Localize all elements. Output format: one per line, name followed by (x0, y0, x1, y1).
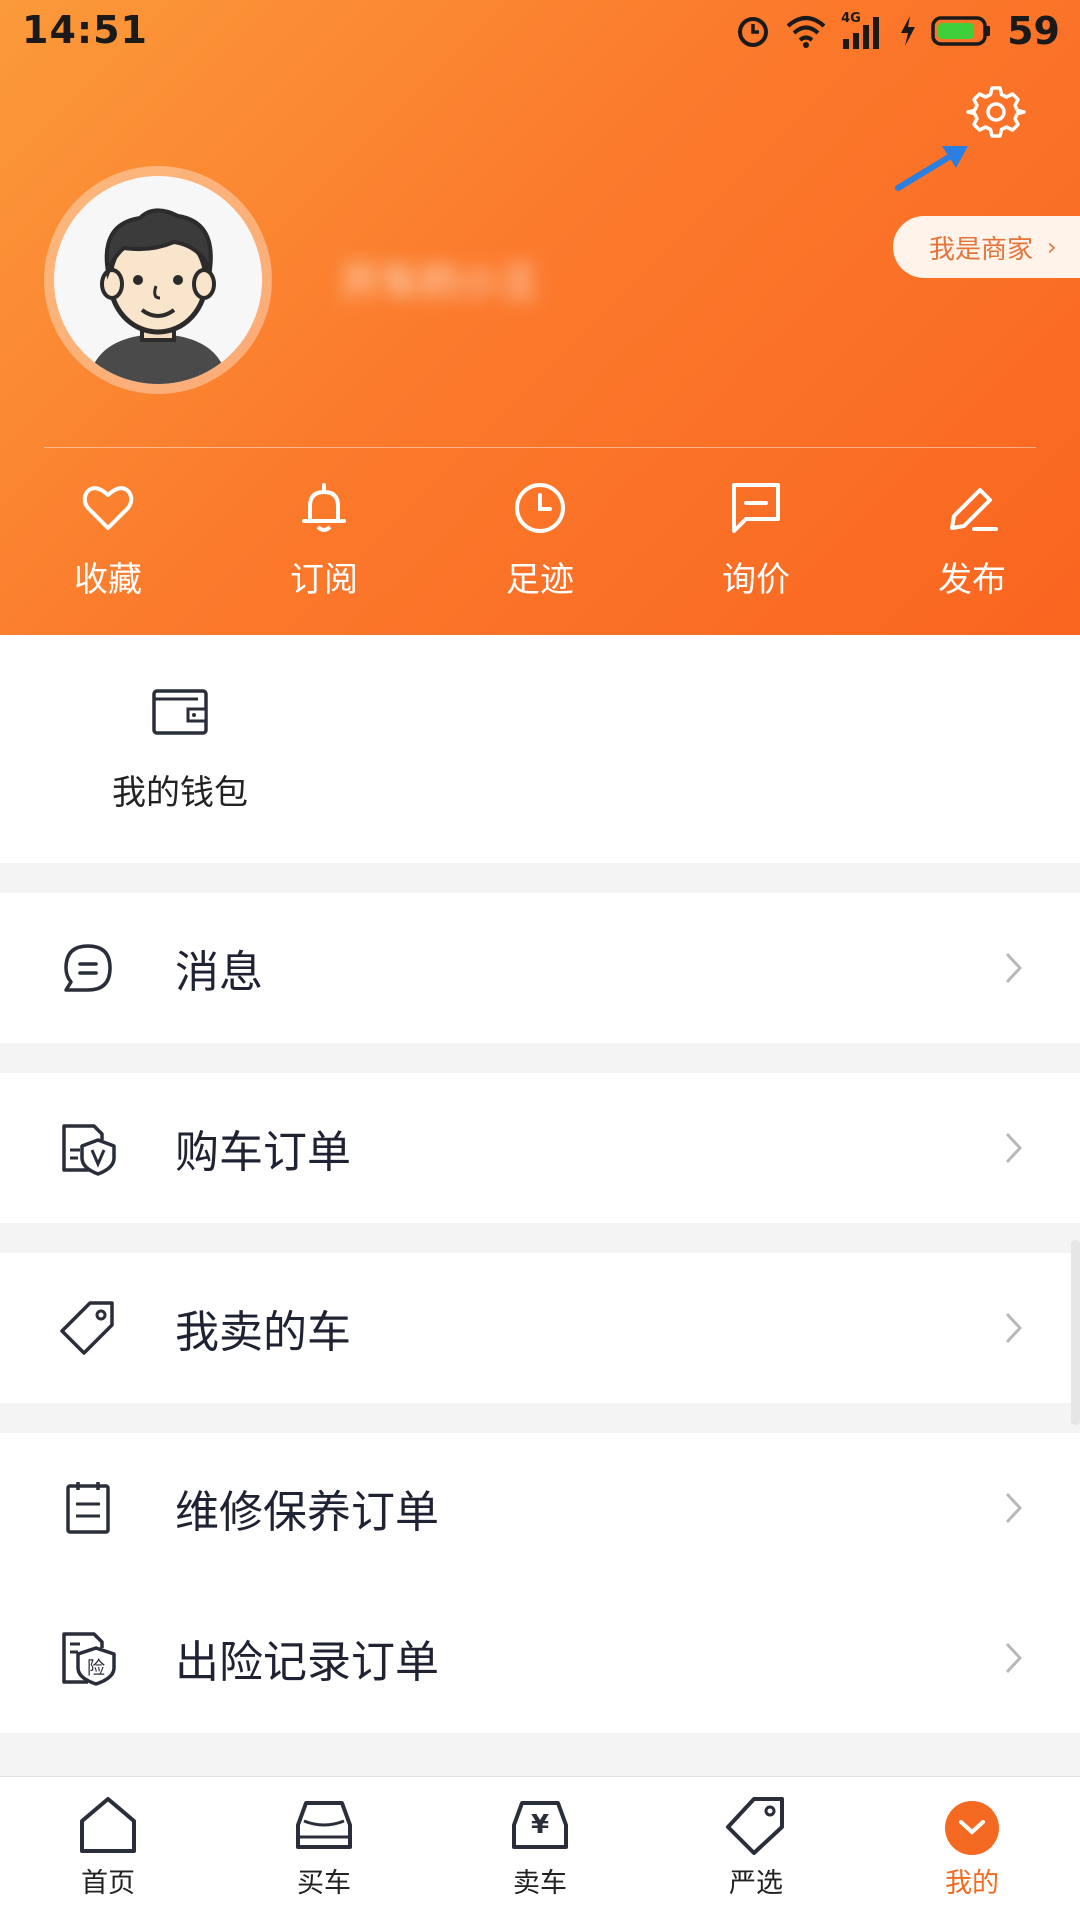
clock-icon (515, 483, 565, 533)
avatar[interactable] (54, 176, 262, 384)
quick-action-inquiries[interactable]: 询价 (676, 475, 836, 615)
wallet-label: 我的钱包 (112, 773, 248, 813)
quick-action-label: 发布 (938, 560, 1006, 600)
username: 开车的小王 (340, 260, 540, 306)
user-avatar-icon (88, 208, 228, 384)
quick-action-label: 询价 (722, 560, 790, 600)
annotation-arrow (895, 146, 968, 191)
menu-item-purchase-orders[interactable]: 购车订单 (0, 1073, 1080, 1223)
chevron-right-icon (1005, 1132, 1023, 1164)
status-bar: 14:51 4G 59 (0, 0, 1080, 62)
quick-action-label: 收藏 (74, 560, 142, 600)
settings-gear-icon[interactable] (966, 82, 1026, 142)
nav-label: 首页 (81, 1868, 135, 1899)
insurance-record-icon: 险 (62, 1632, 116, 1686)
menu-item-messages[interactable]: 消息 (0, 893, 1080, 1043)
nav-label: 买车 (297, 1868, 351, 1899)
nav-sell-car[interactable]: ¥ 卖车 (470, 1795, 610, 1900)
heart-icon (82, 486, 134, 530)
merchant-button[interactable]: 我是商家 › (893, 216, 1080, 278)
home-icon (80, 1797, 136, 1853)
svg-text:险: 险 (87, 1658, 105, 1679)
charging-icon (901, 16, 916, 46)
car-front-icon (296, 1801, 352, 1849)
message-icon (64, 944, 112, 992)
wallet-card: 我的钱包 (0, 635, 1080, 863)
tag-icon (726, 1797, 784, 1855)
header-divider (44, 447, 1036, 448)
scrollbar-thumb[interactable] (1071, 1240, 1080, 1425)
battery-icon (931, 16, 991, 46)
wifi-icon (786, 16, 826, 48)
battery-percentage: 59 (1007, 9, 1060, 53)
menu-item-label: 出险记录订单 (175, 1637, 439, 1688)
bell-icon (302, 483, 346, 532)
pencil-icon (950, 488, 998, 531)
purchase-order-icon (62, 1124, 116, 1176)
menu-item-label: 维修保养订单 (175, 1487, 439, 1538)
nav-label: 严选 (729, 1868, 783, 1899)
menu-item-label: 消息 (175, 947, 263, 998)
chevron-right-icon (1005, 952, 1023, 984)
nav-me[interactable]: 我的 (902, 1795, 1042, 1900)
chevron-right-icon: › (1047, 233, 1057, 261)
chevron-right-icon (1005, 1642, 1023, 1674)
nav-label: 我的 (945, 1868, 999, 1899)
menu-item-label: 购车订单 (175, 1127, 351, 1178)
quick-action-history[interactable]: 足迹 (460, 475, 620, 615)
quick-action-publish[interactable]: 发布 (892, 475, 1052, 615)
bottom-navigation: 首页 买车 ¥ 卖车 严选 我的 (0, 1776, 1080, 1921)
sell-car-icon: ¥ (512, 1801, 568, 1849)
quick-action-subscriptions[interactable]: 订阅 (244, 475, 404, 615)
maintenance-list-icon (66, 1482, 110, 1534)
status-time: 14:51 (22, 8, 148, 52)
merchant-label: 我是商家 (929, 234, 1034, 265)
chat-square-icon (732, 483, 780, 533)
status-icons: 4G 59 (735, 8, 1060, 54)
profile-header: 14:51 4G 59 开车的小王 我是商家 › 收藏 订阅 足迹 询价 发布 (0, 0, 1080, 635)
nav-home[interactable]: 首页 (38, 1795, 178, 1900)
nav-label: 卖车 (513, 1868, 567, 1899)
menu-item-insurance-records[interactable]: 险 出险记录订单 (0, 1583, 1080, 1733)
nav-buy-car[interactable]: 买车 (254, 1795, 394, 1900)
quick-actions: 收藏 订阅 足迹 询价 发布 (0, 475, 1080, 615)
menu-item-maintenance-orders[interactable]: 维修保养订单 (0, 1433, 1080, 1583)
svg-text:¥: ¥ (531, 1810, 549, 1840)
menu-item-label: 我卖的车 (175, 1307, 351, 1358)
alarm-icon (738, 17, 769, 47)
quick-action-label: 足迹 (506, 560, 574, 600)
quick-action-label: 订阅 (290, 560, 358, 600)
chevron-right-icon (1005, 1492, 1023, 1524)
quick-action-favorites[interactable]: 收藏 (28, 475, 188, 615)
me-icon (945, 1801, 999, 1855)
chevron-right-icon (1005, 1312, 1023, 1344)
price-tag-icon (60, 1301, 114, 1355)
nav-selected[interactable]: 严选 (686, 1795, 826, 1900)
wallet-icon (152, 689, 208, 735)
cell-signal-icon: 4G (841, 11, 885, 51)
menu-item-my-cars-for-sale[interactable]: 我卖的车 (0, 1253, 1080, 1403)
my-wallet-button[interactable]: 我的钱包 (100, 685, 260, 814)
